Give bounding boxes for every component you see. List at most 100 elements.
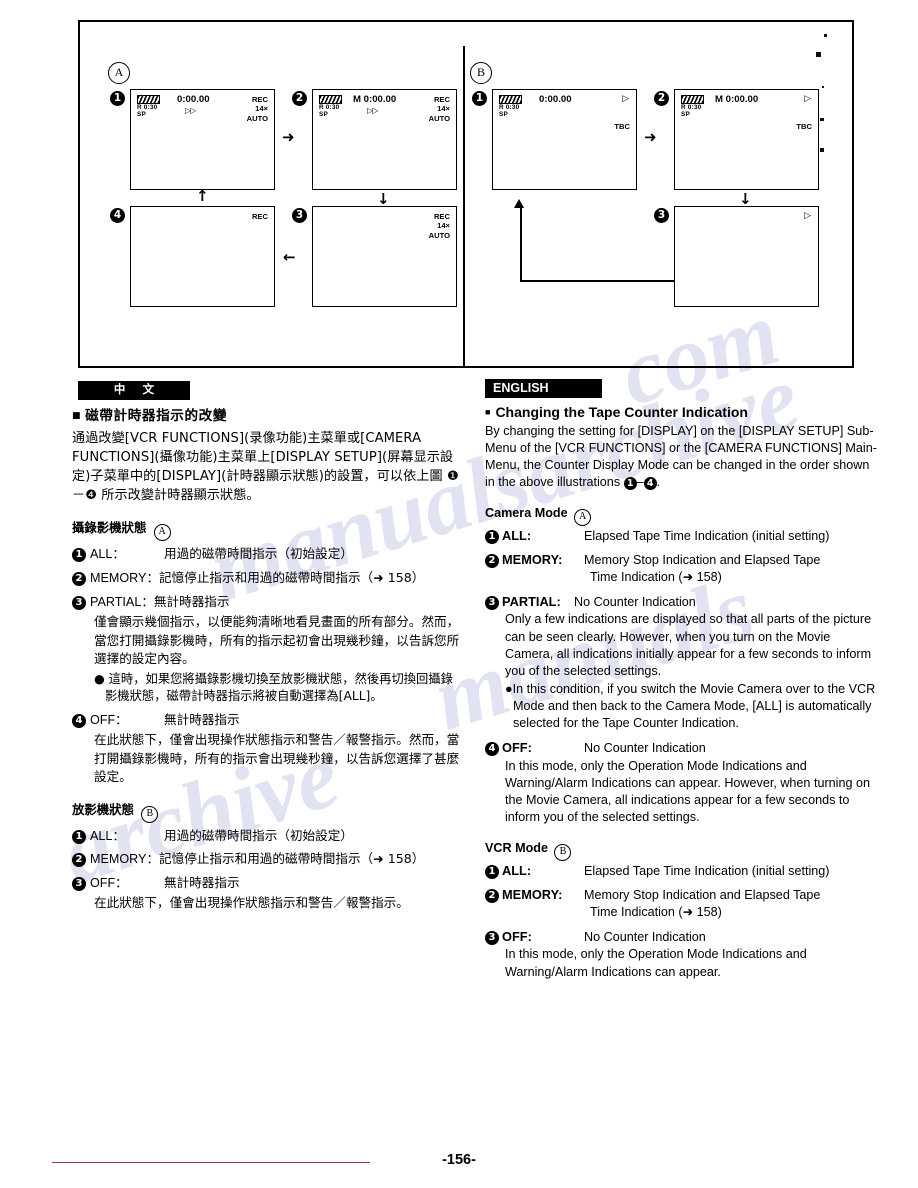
feedback-arrow-horizontal [520, 280, 675, 282]
viewfinder-screen-b2: R 0:30 SP M 0:00.00 ▷ TBC [674, 89, 819, 190]
english-vcr-item-1: 1 ALL: Elapsed Tape Time Indication (initi… [485, 862, 877, 880]
item-number: 2 [72, 853, 86, 868]
item-key: OFF： [90, 876, 128, 891]
step-marker-a3: 3 [292, 208, 307, 223]
counter-a1: 0:00.00 [177, 94, 210, 105]
arrow-up-a4-a1: ↑ [196, 187, 209, 205]
language-banner-english: ENGLISH [485, 379, 602, 398]
step-marker-b2: 2 [654, 91, 669, 106]
osd-right-block-a4: REC [252, 212, 268, 221]
item-text: No Counter Indication [574, 594, 696, 609]
item-text: 用過的磁帶時間指示（初始設定） [164, 827, 353, 843]
item-key: OFF: [502, 740, 532, 756]
item-bullet: ● 這時，如果您將攝錄影機切換至放影機狀態，然後再切換回攝錄影機狀態，磁帶計時器… [94, 671, 453, 704]
viewfinder-screen-a1: R 0:30 SP 0:00.00 ▷▷ REC 14× AUTO [130, 89, 275, 190]
item-number: 4 [72, 714, 86, 729]
illustration-frame: A 1 R 0:30 SP 0:00.00 ▷▷ REC 14× AUTO ➜ … [78, 20, 854, 368]
scan-speckle [820, 118, 824, 121]
item-text: 用過的磁帶時間指示（初始設定） [164, 546, 353, 562]
item-number: 1 [485, 864, 499, 879]
item-number: 3 [485, 595, 499, 610]
play-indicator-b2: ▷ [804, 93, 811, 103]
item-text: Elapsed Tape Time Indication (initial se… [584, 528, 830, 543]
english-vcr-mode-heading: VCR Mode B [485, 841, 877, 861]
arrow-left-a3-a4: ← [283, 248, 296, 266]
counter-b2: M 0:00.00 [715, 94, 759, 105]
item-number: 2 [485, 554, 499, 569]
english-camera-item-3: 3 PARTIAL: No Counter Indication Only a fe… [485, 593, 877, 733]
rec-label-a1: REC [251, 95, 268, 104]
cassette-icon [319, 95, 342, 104]
item-number: 1 [485, 529, 499, 544]
item-text: No Counter Indication [584, 929, 706, 944]
english-column: ■ Changing the Tape Counter Indication By… [485, 404, 877, 988]
english-camera-mode-heading: Camera Mode A [485, 506, 877, 526]
play-indicator-a2: ▷▷ [367, 106, 378, 115]
chinese-camera-item-2: 2 MEMORY：記憶停止指示和用過的磁帶時間指示（➜ 158） [72, 569, 462, 588]
arrow-right-a1-a2: ➜ [282, 128, 295, 146]
section-tag-a: A [153, 524, 171, 542]
arrow-down-a2-a3: ↓ [377, 190, 390, 208]
chinese-camera-mode-heading: 攝錄影機狀態 A [72, 518, 462, 542]
step-marker-b3: 3 [654, 208, 669, 223]
zoom-label-a1: 14× [255, 104, 268, 114]
item-key: OFF： [90, 713, 128, 728]
item-body: 在此狀態下，僅會出現操作狀態指示和警告／報警指示。 [94, 895, 409, 911]
arrow-down-b2-b3: ↓ [739, 190, 752, 208]
chinese-vcr-item-1: 1 ALL： 用過的磁帶時間指示（初始設定） [72, 827, 462, 846]
item-key: MEMORY: [502, 887, 563, 903]
tape-speed-a2: SP [319, 110, 328, 118]
viewfinder-screen-a2: R 0:30 SP M 0:00.00 ▷▷ REC 14× AUTO [312, 89, 457, 190]
item-text: 無計時器指示 [164, 875, 240, 891]
english-vcr-mode-label: VCR Mode [485, 840, 548, 855]
chinese-camera-item-4: 4 OFF： 無計時器指示 在此狀態下，僅會出現操作狀態指示和警告／報警指示。然而，… [72, 711, 462, 786]
item-key: ALL: [502, 527, 532, 543]
inline-step-last: 4 [643, 477, 657, 491]
item-text-continued: Time Indication (➜ 158) [590, 569, 722, 584]
item-text: 記憶停止指示和用過的磁帶時間指示（➜ 158） [159, 570, 425, 586]
item-key: MEMORY: [502, 552, 563, 568]
tape-speed-b1: SP [499, 110, 508, 118]
chinese-vcr-mode-heading: 放影機狀態 B [72, 800, 462, 823]
tbc-label-b1: TBC [614, 122, 630, 131]
item-number: 3 [72, 877, 86, 892]
item-key: MEMORY： [90, 571, 160, 586]
chinese-intro-paragraph: 通過改變[VCR FUNCTIONS](录像功能)主菜單或[CAMERA FUN… [72, 431, 459, 504]
zoom-label-a2: 14× [437, 104, 450, 114]
auto-label-a3: AUTO [428, 230, 450, 240]
english-camera-item-2: 2 MEMORY: Memory Stop Indication and Elaps… [485, 551, 877, 585]
bullet-square-icon: ■ [485, 407, 491, 417]
chinese-vcr-item-3: 3 OFF： 無計時器指示 在此狀態下，僅會出現操作狀態指示和警告／報警指示。 [72, 874, 462, 912]
english-heading-text: Changing the Tape Counter Indication [495, 404, 748, 420]
scan-speckle [816, 52, 821, 57]
chinese-column: ■ 磁帶計時器指示的改變 通過改變[VCR FUNCTIONS](录像功能)主菜單… [72, 404, 462, 918]
osd-left-block-a1: R 0:30 SP [137, 95, 160, 119]
osd-right-block-a2: REC 14× AUTO [429, 95, 450, 123]
bullet-square-icon: ■ [72, 411, 82, 421]
viewfinder-screen-a4: REC [130, 206, 275, 307]
item-body: 在此狀態下，僅會出現操作狀態指示和警告／報警指示。然而，當打開攝錄影機時，所有的… [94, 732, 460, 785]
item-key: MEMORY： [90, 852, 160, 867]
english-camera-item-1: 1 ALL: Elapsed Tape Time Indication (initi… [485, 527, 877, 545]
page-number: -156- [442, 1152, 476, 1168]
item-bullet: ●In this condition, if you switch the Mo… [505, 681, 876, 731]
osd-left-block-b1: R 0:30 SP [499, 95, 522, 119]
scan-speckle [824, 34, 827, 37]
english-intro-paragraph: By changing the setting for [DISPLAY] on… [485, 423, 877, 492]
cassette-icon [499, 95, 522, 104]
item-body: 僅會顯示幾個指示，以便能夠清晰地看見畫面的所有部分。然而，當您打開攝錄影機時，所… [94, 614, 460, 667]
item-body: Only a few indications are displayed so … [505, 612, 872, 678]
item-text: Memory Stop Indication and Elapsed Tape [584, 888, 821, 903]
step-marker-b1: 1 [472, 91, 487, 106]
item-key: ALL： [90, 547, 126, 562]
arrow-right-b1-b2: ➜ [644, 128, 657, 146]
chinese-camera-mode-label: 攝錄影機狀態 [72, 520, 147, 536]
item-text: Memory Stop Indication and Elapsed Tape [584, 553, 821, 568]
auto-label-a2: AUTO [428, 113, 450, 123]
item-key: ALL: [502, 862, 532, 878]
step-marker-a1: 1 [110, 91, 125, 106]
play-indicator-b3: ▷ [804, 210, 811, 220]
section-tag-a: A [574, 508, 592, 526]
english-camera-item-4: 4 OFF: No Counter Indication In this mode,… [485, 739, 877, 826]
section-label-b: B [470, 62, 492, 84]
